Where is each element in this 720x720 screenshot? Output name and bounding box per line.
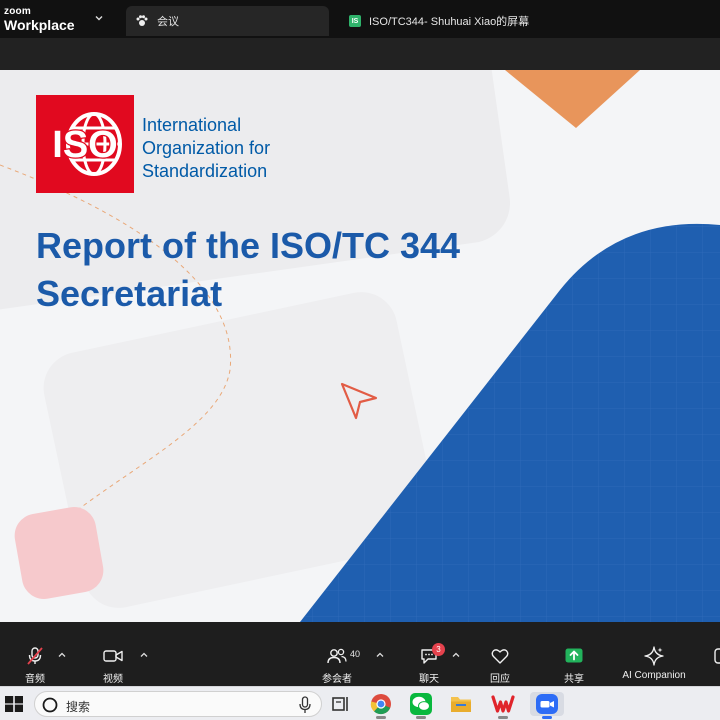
share-screen-icon xyxy=(565,648,583,663)
windows-taskbar: 搜索 xyxy=(0,686,720,720)
participants-options-caret-icon[interactable] xyxy=(375,650,385,660)
audio-options-caret-icon[interactable] xyxy=(57,650,67,660)
wechat-running-indicator xyxy=(416,716,426,719)
share-screen-button[interactable]: 共享 xyxy=(552,638,596,686)
sparkle-icon xyxy=(644,646,664,666)
slide-title-line-2: Secretariat xyxy=(36,273,223,314)
iso-logo-text: ISO xyxy=(52,124,117,166)
ai-companion-button[interactable]: AI Companion xyxy=(614,638,694,686)
tab-meeting[interactable]: 会议 xyxy=(126,6,329,36)
tab-screen-share-label: ISO/TC344- Shuhuai Xiao的屏幕 xyxy=(369,16,530,28)
share-bottom-margin xyxy=(0,622,720,638)
video-options-caret-icon[interactable] xyxy=(139,650,149,660)
chrome-icon xyxy=(370,694,391,715)
chrome-running-indicator xyxy=(376,716,386,719)
participants-count: 40 xyxy=(350,649,361,659)
org-line-1: International xyxy=(142,115,242,135)
zoom-app[interactable] xyxy=(530,692,564,719)
wps-app[interactable] xyxy=(490,692,516,719)
zoom-workplace-menu[interactable]: zoom Workplace xyxy=(4,6,109,34)
wps-running-indicator xyxy=(498,716,508,719)
taskbar-search-box[interactable]: 搜索 xyxy=(34,691,322,717)
audio-label: 音频 xyxy=(25,674,45,685)
chat-options-caret-icon[interactable] xyxy=(451,650,461,660)
file-explorer-app[interactable] xyxy=(448,692,474,716)
heart-icon xyxy=(491,649,509,664)
slide-title-line-1: Report of the ISO/TC 344 xyxy=(36,225,461,266)
task-view-icon xyxy=(332,697,348,711)
title-bar: zoom Workplace 会议 IS ISO/TC344- Shuhuai … xyxy=(0,0,720,38)
org-line-2: Organization for xyxy=(142,138,271,158)
reactions-button[interactable]: 回应 xyxy=(478,638,522,686)
iso-logo: ISO xyxy=(36,95,134,193)
wps-icon xyxy=(491,695,515,713)
wechat-app[interactable] xyxy=(408,692,434,719)
share-top-margin xyxy=(0,38,720,70)
search-icon xyxy=(42,697,58,713)
chat-label: 聊天 xyxy=(419,674,439,685)
chat-unread-badge: 3 xyxy=(432,643,445,656)
annotation-arrow-cursor-icon xyxy=(340,382,378,420)
participants-label: 参会者 xyxy=(322,674,352,685)
screen-share-badge-icon: IS xyxy=(349,15,361,27)
organization-name: International Organization for Standardi… xyxy=(142,114,342,183)
meeting-toolbar: 音频 视频 参会者 40 聊天 3 回应 共享 AI Companion xyxy=(0,638,720,686)
video-label: 视频 xyxy=(103,674,123,685)
microphone-icon[interactable] xyxy=(297,696,313,714)
tab-screen-share[interactable]: IS ISO/TC344- Shuhuai Xiao的屏幕 xyxy=(340,6,640,36)
zoom-active-indicator xyxy=(542,716,552,719)
windows-start-icon[interactable] xyxy=(4,695,24,713)
wechat-icon xyxy=(410,693,432,715)
search-placeholder: 搜索 xyxy=(66,700,91,714)
participants-icon xyxy=(327,648,347,664)
tab-meeting-label: 会议 xyxy=(157,16,179,28)
shared-slide: ISO International Organization for Stand… xyxy=(0,70,720,622)
share-label: 共享 xyxy=(564,674,584,685)
chat-button[interactable]: 聊天 xyxy=(407,638,451,686)
audio-button[interactable]: 音频 xyxy=(12,638,58,686)
participants-button[interactable]: 参会者 xyxy=(312,638,362,686)
chrome-app[interactable] xyxy=(368,692,394,719)
more-options-partial-icon[interactable] xyxy=(712,646,720,666)
task-view-button[interactable] xyxy=(328,692,354,716)
chevron-down-icon xyxy=(95,16,103,21)
file-explorer-icon xyxy=(451,697,471,712)
video-button[interactable]: 视频 xyxy=(90,638,136,686)
zoom-icon xyxy=(536,694,558,714)
org-line-3: Standardization xyxy=(142,161,268,181)
microphone-muted-icon xyxy=(27,647,43,665)
video-camera-icon xyxy=(103,650,123,662)
brand-workplace-text: Workplace xyxy=(4,17,75,33)
ai-companion-label: AI Companion xyxy=(622,670,686,681)
slide-title: Report of the ISO/TC 344 Secretariat xyxy=(36,222,596,318)
zoom-meeting-window: zoom Workplace 会议 IS ISO/TC344- Shuhuai … xyxy=(0,0,720,720)
paw-icon xyxy=(135,14,149,28)
reactions-label: 回应 xyxy=(490,674,510,685)
